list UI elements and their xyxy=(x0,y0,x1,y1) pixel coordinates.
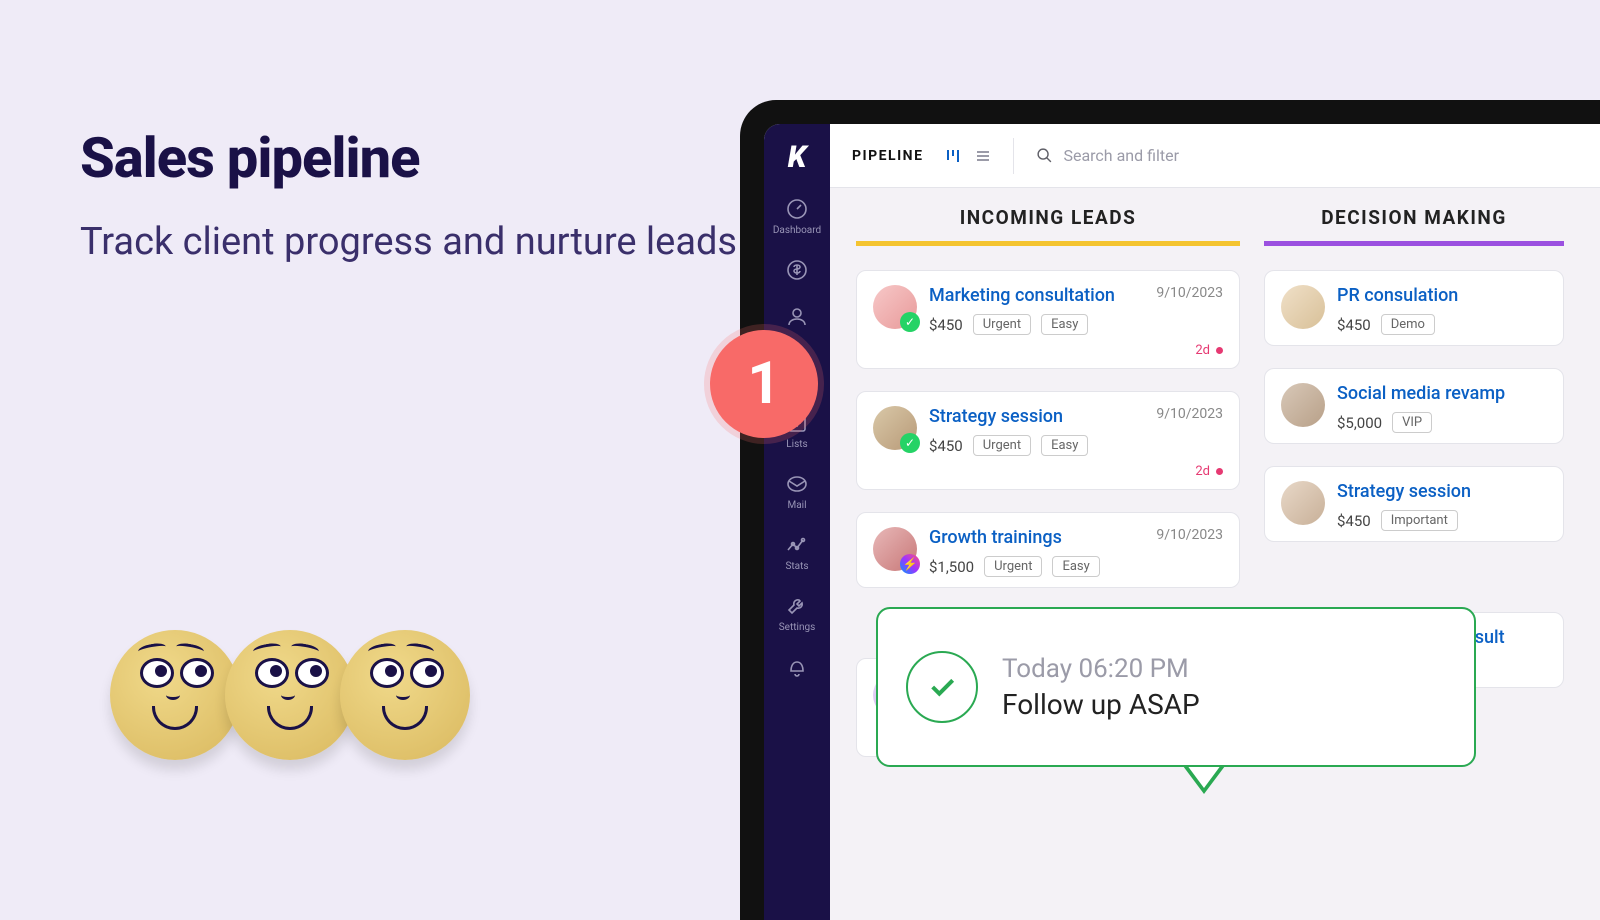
tag: Urgent xyxy=(973,314,1031,335)
reminder-time: Today 06:20 PM xyxy=(1002,654,1200,684)
column-decision: DECISION MAKING PR consulation $450 Demo xyxy=(1264,206,1564,920)
messenger-icon: ⚡ xyxy=(900,554,920,574)
avatar: ✓ xyxy=(873,406,917,450)
search-icon xyxy=(1036,147,1053,164)
sidebar-item-label: Dashboard xyxy=(773,225,821,236)
lead-price: $1,500 xyxy=(929,558,974,576)
mascot-icon xyxy=(340,630,470,760)
lead-price: $450 xyxy=(929,316,963,334)
tag: Important xyxy=(1381,510,1458,531)
sidebar-item-label: Stats xyxy=(785,561,808,572)
column-title: DECISION MAKING xyxy=(1264,206,1564,246)
lead-price: $5,000 xyxy=(1337,414,1382,432)
sidebar-item-contacts[interactable] xyxy=(785,304,809,328)
avatar xyxy=(1281,285,1325,329)
lead-card[interactable]: PR consulation $450 Demo xyxy=(1264,270,1564,346)
list-view-icon[interactable] xyxy=(975,148,991,164)
app-screen: K Dashboard Calendar Lists Mail xyxy=(764,124,1600,920)
step-badge: 1 xyxy=(710,330,818,438)
sidebar-item-dashboard[interactable]: Dashboard xyxy=(773,197,821,236)
lead-card[interactable]: Strategy session $450 Important xyxy=(1264,466,1564,542)
tag: Easy xyxy=(1041,435,1088,456)
lead-card[interactable]: ⚡ Growth trainings $1,500 Urgent Easy xyxy=(856,512,1240,588)
tag: Urgent xyxy=(984,556,1042,577)
lead-title: Strategy session xyxy=(1337,481,1547,502)
lead-date: 9/10/2023 xyxy=(1156,527,1223,543)
whatsapp-icon: ✓ xyxy=(900,312,920,332)
device-frame: K Dashboard Calendar Lists Mail xyxy=(740,100,1600,920)
lead-age: 2d xyxy=(1195,464,1210,479)
whatsapp-icon: ✓ xyxy=(900,433,920,453)
mascot-group xyxy=(110,630,455,760)
pipeline-board: INCOMING LEADS ✓ Marketing consultation xyxy=(830,188,1600,920)
column-incoming: INCOMING LEADS ✓ Marketing consultation xyxy=(856,206,1240,920)
lead-card[interactable]: ✓ Strategy session $450 Urgent Easy xyxy=(856,391,1240,490)
avatar xyxy=(1281,383,1325,427)
sidebar-item-label: Settings xyxy=(779,622,816,633)
tag: Easy xyxy=(1041,314,1088,335)
lead-price: $450 xyxy=(929,437,963,455)
lead-title: PR consulation xyxy=(1337,285,1547,306)
sidebar-item-stats[interactable]: Stats xyxy=(785,533,809,572)
lead-card[interactable]: ✓ Marketing consultation $450 Urgent Eas… xyxy=(856,270,1240,369)
sidebar: K Dashboard Calendar Lists Mail xyxy=(764,124,830,920)
bell-icon xyxy=(785,655,809,679)
lead-card[interactable]: Social media revamp $5,000 VIP xyxy=(1264,368,1564,444)
kanban-icon[interactable] xyxy=(945,148,961,164)
search-input[interactable]: Search and filter xyxy=(1036,146,1179,165)
tag: Easy xyxy=(1052,556,1099,577)
stats-icon xyxy=(785,533,809,557)
reminder-message: Follow up ASAP xyxy=(1002,688,1200,721)
lead-date: 9/10/2023 xyxy=(1156,406,1223,422)
divider xyxy=(1013,138,1014,174)
main-area: PIPELINE Search and filter INCOMING LEAD… xyxy=(830,124,1600,920)
view-toggle xyxy=(945,148,991,164)
app-logo[interactable]: K xyxy=(788,140,807,175)
status-dot-icon xyxy=(1216,468,1223,475)
topbar: PIPELINE Search and filter xyxy=(830,124,1600,188)
status-dot-icon xyxy=(1216,347,1223,354)
tag: Urgent xyxy=(973,435,1031,456)
sidebar-item-label: Lists xyxy=(786,439,807,450)
gauge-icon xyxy=(785,197,809,221)
sidebar-item-mail[interactable]: Mail xyxy=(785,472,809,511)
column-title: INCOMING LEADS xyxy=(856,206,1240,246)
lead-price: $450 xyxy=(1337,512,1371,530)
dollar-icon xyxy=(785,258,809,282)
wrench-icon xyxy=(785,594,809,618)
lead-price: $450 xyxy=(1337,316,1371,334)
mascot-icon xyxy=(110,630,240,760)
avatar: ⚡ xyxy=(873,527,917,571)
avatar xyxy=(1281,481,1325,525)
search-placeholder: Search and filter xyxy=(1063,146,1179,165)
tag: VIP xyxy=(1392,412,1432,433)
mascot-icon xyxy=(225,630,355,760)
check-circle-icon xyxy=(906,651,978,723)
avatar: ✓ xyxy=(873,285,917,329)
user-icon xyxy=(785,304,809,328)
sidebar-item-deals[interactable] xyxy=(785,258,809,282)
tag: Demo xyxy=(1381,314,1435,335)
sidebar-item-settings[interactable]: Settings xyxy=(779,594,816,633)
mail-icon xyxy=(785,472,809,496)
sidebar-item-notifications[interactable] xyxy=(785,655,809,679)
lead-title: Social media revamp xyxy=(1337,383,1547,404)
lead-age: 2d xyxy=(1195,343,1210,358)
reminder-popup: Today 06:20 PM Follow up ASAP xyxy=(876,607,1476,767)
lead-date: 9/10/2023 xyxy=(1156,285,1223,301)
sidebar-item-label: Mail xyxy=(787,500,806,511)
page-title: PIPELINE xyxy=(852,148,923,164)
